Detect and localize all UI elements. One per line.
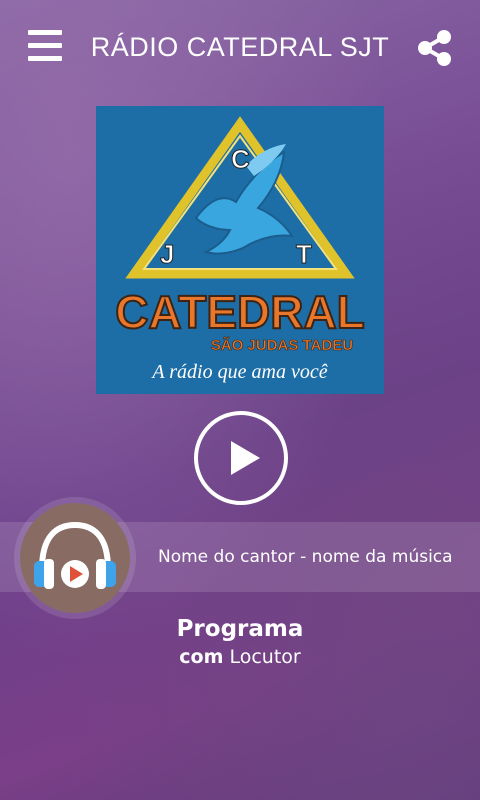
logo-letter-c: C [231,144,250,174]
play-button[interactable] [194,411,288,505]
logo-subtitle: SÃO JUDAS TADEU [211,336,353,354]
logo-brand: CATEDRAL [115,286,365,338]
logo-tagline: A rádio que ama você [150,361,327,383]
app-header: RÁDIO CATEDRAL SJT [0,0,480,96]
station-logo: C J T CATEDRAL SÃO JUDAS TADEU A rádio q… [96,106,384,394]
logo-letter-j: J [160,239,174,269]
artwork [20,503,130,613]
host-name: Locutor [229,646,301,668]
now-playing-text: Nome do cantor - nome da música [158,547,453,567]
headphones-icon [34,521,116,589]
program-name: Programa [176,616,304,642]
share-icon[interactable] [416,28,454,68]
program-info: Programa com Locutor [0,614,480,670]
program-host: com Locutor [0,644,480,670]
page-title: RÁDIO CATEDRAL SJT [90,32,390,62]
play-icon [231,441,260,475]
logo-letter-t: T [296,239,312,269]
host-prefix: com [179,646,224,668]
